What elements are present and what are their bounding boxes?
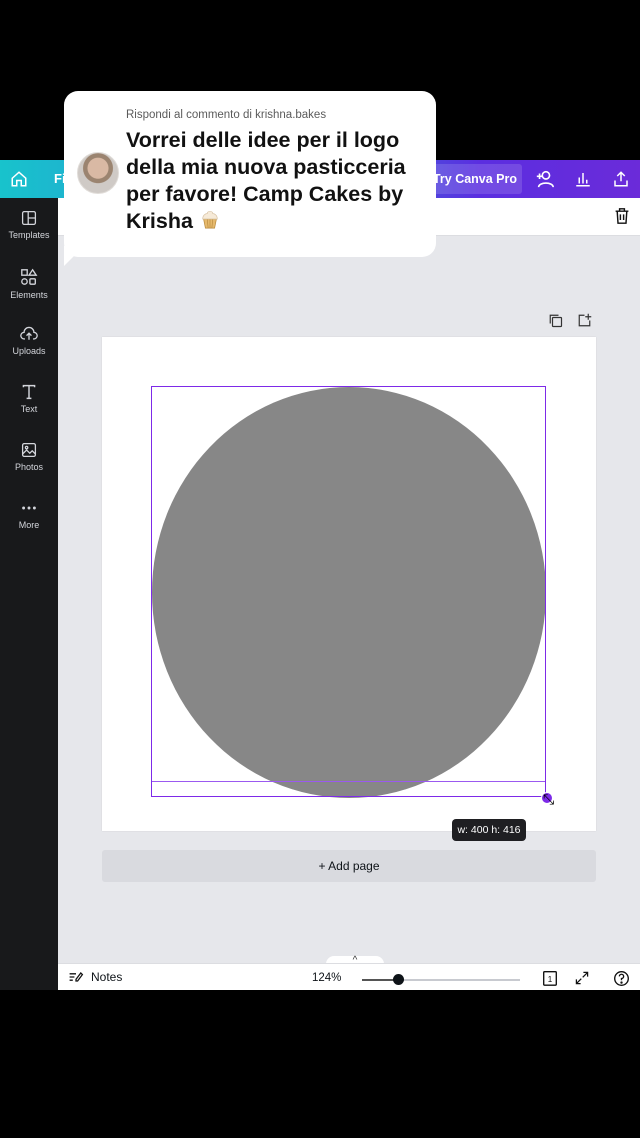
bubble-tail	[64, 246, 84, 266]
sidebar: Templates Elements Uploads Text Photos M…	[0, 198, 58, 990]
page-count-button[interactable]: 1	[541, 969, 559, 987]
duplicate-icon	[549, 314, 563, 328]
notes-button[interactable]: Notes	[68, 970, 122, 984]
home-button[interactable]	[0, 160, 38, 198]
insights-button[interactable]	[571, 167, 595, 191]
sidebar-item-text[interactable]: Text	[0, 384, 58, 434]
dimensions-tooltip: w: 400 h: 416	[452, 819, 526, 841]
text-icon	[22, 384, 36, 400]
add-page-icon	[578, 313, 592, 327]
sidebar-item-templates[interactable]: Templates	[0, 210, 58, 260]
sidebar-item-label: Templates	[8, 230, 50, 240]
share-upload-icon	[614, 171, 628, 187]
bottom-bar: Notes 124% 1	[58, 963, 640, 990]
add-people-icon	[536, 170, 554, 188]
expand-icon	[575, 971, 589, 985]
photos-icon	[21, 442, 37, 458]
try-canva-pro-button[interactable]: Try Canva Pro	[428, 164, 522, 194]
sidebar-item-photos[interactable]: Photos	[0, 442, 58, 492]
help-icon	[613, 970, 629, 986]
share-button[interactable]	[609, 167, 633, 191]
page-count: 1	[548, 975, 553, 984]
duplicate-page-button[interactable]	[548, 313, 563, 333]
add-page-button[interactable]: + Add page	[102, 850, 596, 882]
sidebar-item-label: More	[18, 520, 40, 530]
uploads-icon	[20, 326, 38, 340]
zoom-slider-thumb[interactable]	[393, 974, 404, 985]
sidebar-item-label: Elements	[10, 290, 48, 300]
fullscreen-button[interactable]	[573, 969, 591, 987]
home-icon	[11, 171, 27, 187]
insights-icon	[576, 173, 590, 187]
pages-icon: 1	[543, 971, 557, 986]
sidebar-item-label: Text	[20, 404, 38, 414]
comment-body: Vorrei delle idee per il logo della mia …	[126, 128, 406, 233]
resize-cursor-icon: ⤡	[543, 791, 555, 807]
elements-icon	[21, 268, 38, 285]
templates-icon	[21, 210, 37, 226]
selection-box[interactable]	[151, 386, 546, 797]
canva-editor: Fi Try Canva Pro Templates Elements Uplo…	[0, 160, 640, 990]
more-icon	[22, 506, 36, 510]
add-page-icon-button[interactable]	[577, 313, 592, 333]
sidebar-item-uploads[interactable]: Uploads	[0, 326, 58, 376]
notes-label: Notes	[91, 970, 123, 984]
sidebar-item-label: Photos	[14, 462, 44, 472]
notes-icon	[69, 972, 84, 982]
sidebar-item-more[interactable]: More	[0, 500, 58, 550]
sidebar-item-elements[interactable]: Elements	[0, 268, 58, 318]
add-people-button[interactable]	[533, 167, 557, 191]
sidebar-item-label: Uploads	[12, 346, 46, 356]
cupcake-emoji-icon	[202, 211, 218, 229]
delete-button[interactable]	[614, 207, 630, 230]
zoom-level[interactable]: 124%	[312, 972, 341, 984]
reply-to-label: Rispondi al commento di krishna.bakes	[126, 109, 327, 121]
avatar	[77, 152, 119, 194]
trash-icon	[615, 208, 629, 224]
comment-text: Vorrei delle idee per il logo della mia …	[126, 127, 426, 235]
help-button[interactable]	[612, 969, 630, 987]
